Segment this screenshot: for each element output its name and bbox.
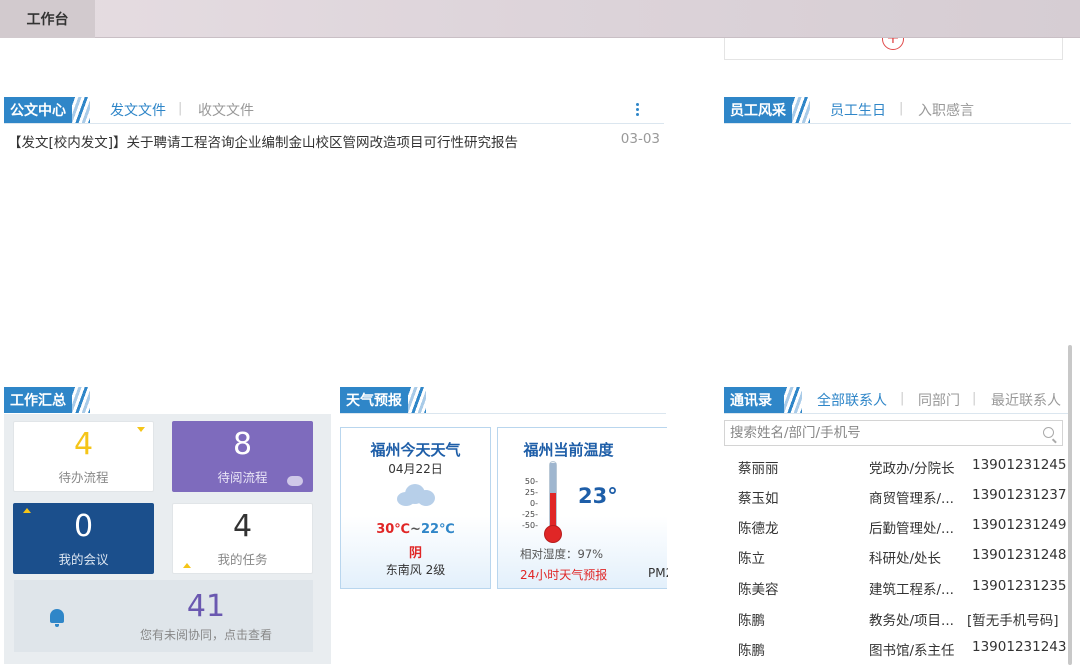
doc-center-title: 公文中心	[4, 97, 90, 123]
corner-triangle-icon	[137, 427, 145, 432]
notification-box[interactable]	[14, 580, 99, 652]
contact-row[interactable]: 陈鹏 图书馆/系主任 13901231243	[738, 639, 1067, 669]
temp-low: 22℃	[420, 522, 455, 537]
contact-phone: 13901231235	[972, 578, 1067, 594]
my-tasks-label: 我的任务	[217, 552, 268, 567]
work-summary-panel: 4 待办流程 8 待阅流程 0 我的会议 4 我的任务 41 您有未阅协同，点击…	[4, 414, 331, 664]
contact-dept: 图书馆/系主任	[869, 643, 955, 659]
tab-recent-contacts[interactable]: 最近联系人	[991, 390, 1067, 410]
weather-title: 天气预报	[340, 387, 426, 413]
contact-dept: 后勤管理处/...	[869, 521, 954, 537]
contact-name: 蔡丽丽	[738, 461, 779, 477]
to-read-flow-tile[interactable]: 8 待阅流程	[172, 421, 313, 492]
today-weather-card[interactable]: 福州今天天气 04月22日 30℃~22℃ 阴 东南风 2级	[340, 427, 491, 589]
contact-phone: 13901231243	[972, 639, 1067, 655]
temp-high: 30℃	[376, 522, 411, 537]
pending-flow-tile[interactable]: 4 待办流程	[13, 421, 154, 492]
contact-name: 陈德龙	[738, 521, 779, 537]
doc-title[interactable]: 【发文[校内发文]】关于聘请工程咨询企业编制金山校区管网改造项目可行性研究报告	[8, 135, 518, 151]
top-bar: 工作台	[0, 0, 1080, 38]
unread-label: 您有未阅协同，点击查看	[139, 627, 272, 642]
tab-outgoing-docs[interactable]: 发文文件	[110, 100, 166, 120]
temperature-range: 30℃~22℃	[376, 522, 455, 537]
staff-divider	[724, 123, 1071, 124]
to-read-flow-count: 8	[232, 427, 253, 462]
scrollbar[interactable]	[1068, 345, 1072, 665]
contact-name: 蔡玉如	[738, 491, 779, 507]
contact-name: 陈立	[738, 551, 765, 567]
current-temperature: 23°	[578, 484, 618, 508]
my-tasks-count: 4	[232, 509, 253, 544]
contact-phone: 13901231248	[972, 547, 1067, 563]
more-vertical-icon[interactable]	[636, 103, 639, 116]
weather-divider	[340, 413, 666, 414]
unread-collab-tile[interactable]: 41 您有未阅协同，点击查看	[99, 580, 313, 652]
wind: 东南风 2级	[385, 563, 446, 577]
tab-all-contacts[interactable]: 全部联系人	[817, 390, 887, 410]
contact-phone: [暂无手机号码]	[967, 613, 1059, 629]
contact-name: 陈鹏	[738, 643, 765, 659]
doc-date: 03-03	[620, 131, 660, 147]
contact-dept: 商贸管理系/...	[869, 491, 954, 507]
to-read-flow-label: 待阅流程	[217, 470, 268, 485]
tab-workbench[interactable]: 工作台	[0, 0, 95, 38]
staff-title: 员工风采	[724, 97, 810, 123]
scale-label: -50-	[522, 521, 538, 530]
tab-same-department[interactable]: 同部门	[918, 390, 960, 410]
today-weather-title: 福州今天天气	[370, 441, 461, 459]
my-meetings-tile[interactable]: 0 我的会议	[13, 503, 154, 574]
current-temp-title: 福州当前温度	[523, 441, 614, 459]
corner-triangle-icon	[183, 563, 191, 568]
scale-label: 50-	[524, 477, 538, 486]
contact-phone: 13901231237	[972, 487, 1067, 503]
work-summary-title: 工作汇总	[4, 387, 90, 413]
pending-flow-count: 4	[73, 427, 94, 462]
contact-phone: 13901231249	[972, 517, 1067, 533]
unread-count: 41	[186, 588, 226, 624]
hourly-forecast-link[interactable]: 24小时天气预报	[520, 566, 607, 583]
contact-dept: 教务处/项目...	[869, 613, 954, 629]
contact-dept: 科研处/处长	[869, 551, 942, 567]
contact-dept: 党政办/分院长	[869, 461, 955, 477]
my-tasks-tile[interactable]: 4 我的任务	[172, 503, 313, 574]
pm-label: PM2	[648, 566, 668, 580]
contact-dept: 建筑工程系/...	[869, 582, 954, 598]
current-temp-card[interactable]: 福州当前温度 50- 25- 0- -25- -50- 23° 相对湿度：97%…	[497, 427, 668, 589]
scale-label: 25-	[524, 488, 538, 497]
add-icon[interactable]: +	[882, 38, 904, 50]
tab-staff-birthday[interactable]: 员工生日	[830, 100, 886, 120]
cloudy-icon	[397, 484, 435, 506]
scale-label: 0-	[530, 499, 538, 508]
my-meetings-count: 0	[73, 509, 94, 544]
corner-triangle-icon	[23, 508, 31, 513]
contact-row[interactable]: 陈德龙 后勤管理处/... 13901231249	[738, 517, 1067, 547]
contacts-divider	[724, 413, 1071, 414]
tab-incoming-docs[interactable]: 收文文件	[198, 100, 254, 120]
contact-row[interactable]: 蔡丽丽 党政办/分院长 13901231245	[738, 457, 1067, 487]
contact-search[interactable]	[724, 420, 1063, 446]
contact-phone: 13901231245	[972, 457, 1067, 473]
contact-name: 陈美容	[738, 582, 779, 598]
contacts-title: 通讯录	[724, 387, 802, 413]
contact-name: 陈鹏	[738, 613, 765, 629]
bell-icon	[49, 609, 64, 627]
doc-list-item[interactable]: 【发文[校内发文]】关于聘请工程咨询企业编制金山校区管网改造项目可行性研究报告 …	[8, 131, 660, 151]
my-meetings-label: 我的会议	[58, 552, 109, 567]
tab-onboarding-notes[interactable]: 入职感言	[918, 100, 974, 120]
search-icon[interactable]	[1043, 427, 1054, 438]
search-input[interactable]	[725, 421, 1025, 445]
pending-flow-label: 待办流程	[58, 470, 109, 485]
cloud-upload-icon	[287, 476, 303, 486]
thermometer-icon	[544, 461, 562, 543]
doc-center-divider	[4, 123, 664, 124]
contact-row[interactable]: 陈美容 建筑工程系/... 13901231235	[738, 578, 1067, 608]
today-date: 04月22日	[388, 462, 443, 476]
contact-row[interactable]: 蔡玉如 商贸管理系/... 13901231237	[738, 487, 1067, 517]
contact-row[interactable]: 陈立 科研处/处长 13901231248	[738, 547, 1067, 577]
contact-row[interactable]: 陈鹏 教务处/项目... [暂无手机号码]	[738, 609, 1064, 639]
scale-label: -25-	[522, 510, 538, 519]
humidity: 相对湿度：97%	[520, 547, 604, 561]
weather-condition: 阴	[408, 546, 422, 561]
